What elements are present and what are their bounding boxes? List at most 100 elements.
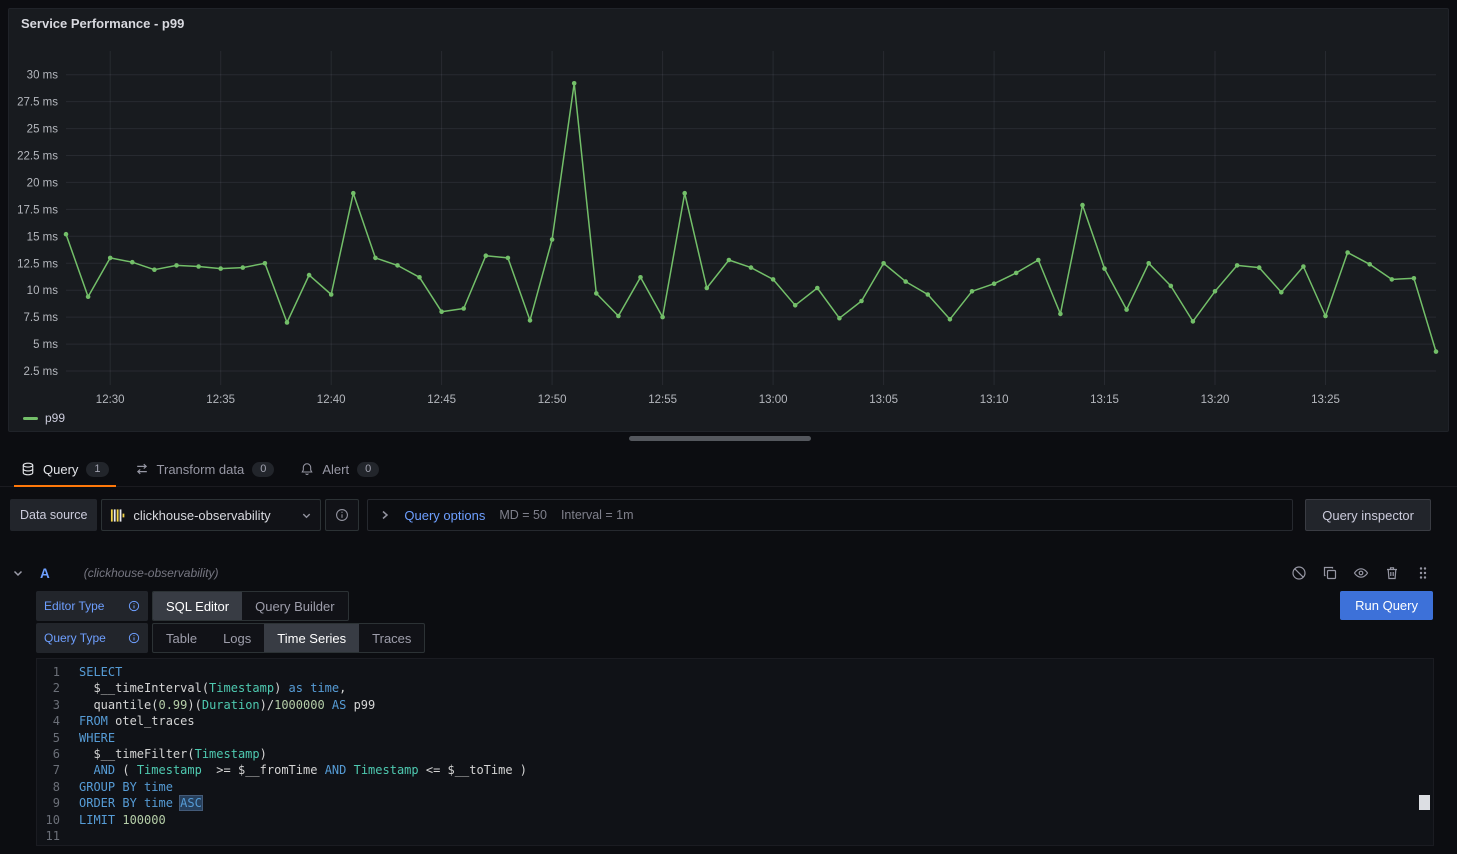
query-ref-id: A — [40, 566, 50, 581]
info-circle-icon — [335, 508, 349, 522]
eye-icon[interactable] — [1353, 565, 1369, 581]
disable-query-icon[interactable] — [1291, 565, 1307, 581]
code-line[interactable]: 7 AND ( Timestamp >= $__fromTime AND Tim… — [37, 762, 1433, 778]
query-inspector-button[interactable]: Query inspector — [1305, 499, 1431, 531]
database-icon — [21, 462, 35, 476]
svg-text:27.5 ms: 27.5 ms — [17, 97, 58, 109]
collapse-chevron-icon[interactable] — [12, 567, 24, 579]
editor-type-query-builder-button[interactable]: Query Builder — [242, 592, 347, 620]
code-line[interactable]: 8GROUP BY time — [37, 779, 1433, 795]
line-number: 6 — [37, 746, 79, 762]
legend: p99 — [23, 411, 65, 425]
query-type-segmented-control: Table Logs Time Series Traces — [152, 623, 425, 653]
code-line[interactable]: 11 — [37, 828, 1433, 844]
datasource-picker[interactable]: clickhouse-observability — [101, 499, 321, 531]
query-row-header[interactable]: A (clickhouse-observability) — [12, 558, 1431, 588]
code-line[interactable]: 3 quantile(0.99)(Duration)/1000000 AS p9… — [37, 697, 1433, 713]
editor-tabs: Query 1 Transform data 0 Alert 0 — [0, 452, 1457, 487]
query-type-traces-button[interactable]: Traces — [359, 624, 424, 652]
query-type-table-button[interactable]: Table — [153, 624, 210, 652]
query-options-link[interactable]: Query options — [404, 508, 485, 523]
line-number: 10 — [37, 812, 79, 828]
timeseries-chart[interactable]: 2.5 ms5 ms7.5 ms10 ms12.5 ms15 ms17.5 ms… — [9, 37, 1448, 409]
tab-alert[interactable]: Alert 0 — [287, 452, 392, 486]
tab-transform-data[interactable]: Transform data 0 — [122, 452, 288, 486]
svg-text:12:35: 12:35 — [206, 394, 235, 406]
svg-text:30 ms: 30 ms — [27, 70, 59, 82]
editor-type-sql-editor-button[interactable]: SQL Editor — [153, 592, 242, 620]
line-content: FROM otel_traces — [79, 713, 195, 729]
editor-type-row: Editor Type SQL Editor Query Builder — [36, 591, 349, 621]
svg-text:7.5 ms: 7.5 ms — [23, 312, 58, 324]
svg-text:25 ms: 25 ms — [27, 124, 59, 136]
datasource-label: Data source — [10, 499, 97, 531]
drag-handle-icon[interactable] — [1415, 565, 1431, 581]
code-line[interactable]: 10LIMIT 100000 — [37, 812, 1433, 828]
panel-title[interactable]: Service Performance - p99 — [9, 9, 1448, 31]
svg-text:17.5 ms: 17.5 ms — [17, 204, 58, 216]
code-line[interactable]: 5WHERE — [37, 730, 1433, 746]
chevron-right-icon — [380, 509, 390, 521]
editor-type-segmented-control: SQL Editor Query Builder — [152, 591, 349, 621]
svg-text:12.5 ms: 12.5 ms — [17, 258, 58, 270]
grafana-panel-edit-page: Service Performance - p99 2.5 ms5 ms7.5 … — [0, 0, 1457, 854]
tab-transform-count: 0 — [252, 462, 274, 477]
tab-query-label: Query — [43, 462, 78, 477]
svg-text:12:30: 12:30 — [96, 394, 125, 406]
line-content: ORDER BY time ASC — [79, 795, 202, 811]
query-type-time-series-button[interactable]: Time Series — [264, 624, 359, 652]
svg-text:13:25: 13:25 — [1311, 394, 1340, 406]
editor-cursor — [1419, 795, 1430, 810]
tab-query-count: 1 — [86, 462, 108, 477]
query-options-md: MD = 50 — [499, 508, 547, 522]
code-line[interactable]: 1SELECT — [37, 664, 1433, 680]
line-number: 4 — [37, 713, 79, 729]
code-line[interactable]: 4FROM otel_traces — [37, 713, 1433, 729]
bell-icon — [300, 462, 314, 476]
svg-text:12:50: 12:50 — [538, 394, 567, 406]
legend-series-label[interactable]: p99 — [45, 411, 65, 425]
line-number: 9 — [37, 795, 79, 811]
horizontal-scrollbar-thumb[interactable] — [629, 436, 811, 441]
code-line[interactable]: 6 $__timeFilter(Timestamp) — [37, 746, 1433, 762]
transform-icon — [135, 462, 149, 476]
editor-type-label: Editor Type — [44, 599, 104, 613]
clickhouse-logo-icon — [110, 508, 125, 523]
svg-text:12:40: 12:40 — [317, 394, 346, 406]
query-actions — [1291, 565, 1431, 581]
query-options-interval: Interval = 1m — [561, 508, 634, 522]
svg-text:13:15: 13:15 — [1090, 394, 1119, 406]
trash-icon[interactable] — [1384, 565, 1400, 581]
query-options-row[interactable]: Query options MD = 50 Interval = 1m — [367, 499, 1293, 531]
code-line[interactable]: 9ORDER BY time ASC — [37, 795, 1433, 811]
line-number: 1 — [37, 664, 79, 680]
query-type-row: Query Type Table Logs Time Series Traces — [36, 623, 425, 653]
tab-alert-count: 0 — [357, 462, 379, 477]
copy-query-icon[interactable] — [1322, 565, 1338, 581]
editor-type-label-chip: Editor Type — [36, 591, 148, 621]
query-type-logs-button[interactable]: Logs — [210, 624, 264, 652]
tab-transform-label: Transform data — [157, 462, 245, 477]
datasource-toolbar: Data source clickhouse-observability Que… — [10, 499, 1431, 531]
line-number: 7 — [37, 762, 79, 778]
svg-text:13:20: 13:20 — [1201, 394, 1230, 406]
svg-text:13:00: 13:00 — [759, 394, 788, 406]
datasource-picker-value: clickhouse-observability — [133, 508, 293, 523]
tab-query[interactable]: Query 1 — [8, 452, 122, 486]
svg-text:20 ms: 20 ms — [27, 177, 59, 189]
svg-text:22.5 ms: 22.5 ms — [17, 151, 58, 163]
sql-code-editor[interactable]: 1SELECT2 $__timeInterval(Timestamp) as t… — [36, 658, 1434, 846]
svg-text:13:05: 13:05 — [869, 394, 898, 406]
line-content: SELECT — [79, 664, 122, 680]
datasource-help-button[interactable] — [325, 499, 359, 531]
legend-series-swatch — [23, 417, 38, 420]
info-circle-icon[interactable] — [128, 600, 140, 612]
line-number: 8 — [37, 779, 79, 795]
code-lines: 1SELECT2 $__timeInterval(Timestamp) as t… — [37, 664, 1433, 844]
svg-text:10 ms: 10 ms — [27, 285, 59, 297]
info-circle-icon[interactable] — [128, 632, 140, 644]
line-content: GROUP BY time — [79, 779, 173, 795]
code-line[interactable]: 2 $__timeInterval(Timestamp) as time, — [37, 680, 1433, 696]
svg-text:12:45: 12:45 — [427, 394, 456, 406]
run-query-button[interactable]: Run Query — [1340, 591, 1433, 620]
